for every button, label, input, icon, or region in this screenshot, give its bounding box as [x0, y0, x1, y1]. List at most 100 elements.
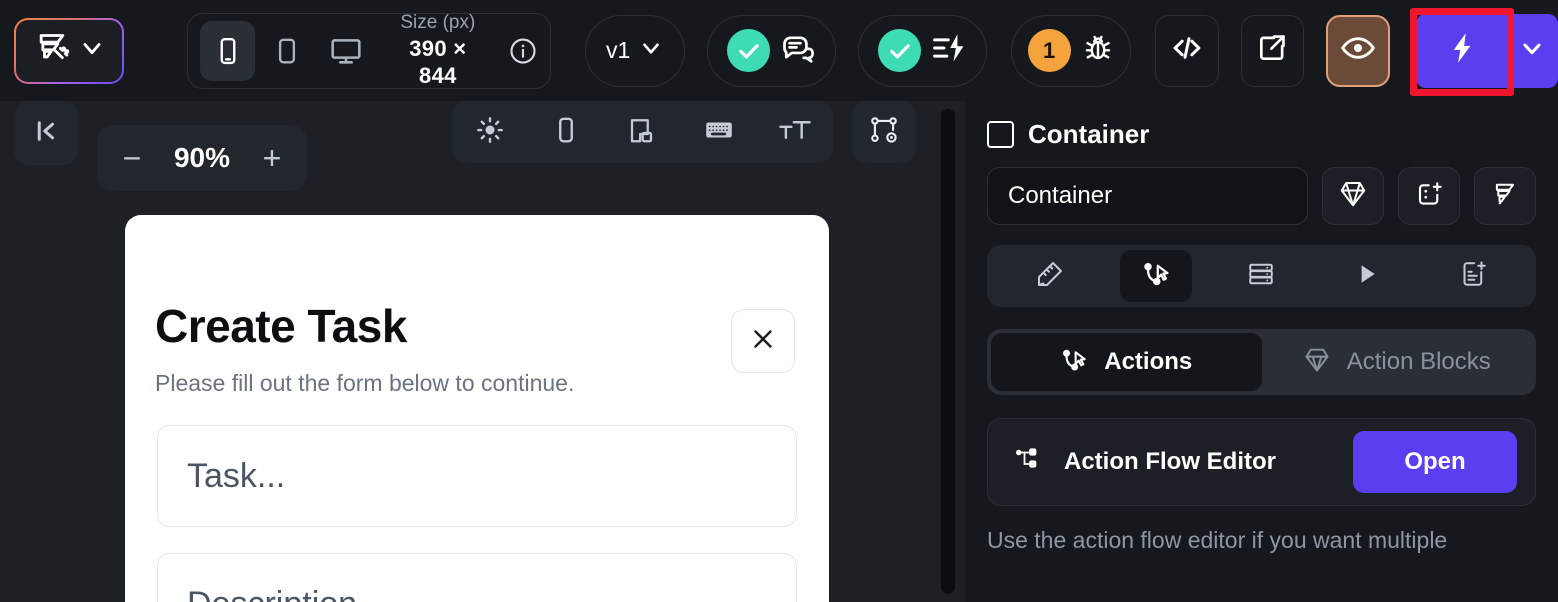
tab-actions-label: Actions: [1104, 348, 1193, 375]
styles-button[interactable]: [1322, 167, 1384, 225]
device-phone-button[interactable]: [199, 20, 256, 81]
logo-mark-icon: [32, 28, 72, 73]
zoom-control: − 90% +: [97, 125, 307, 191]
split-view-icon: [627, 115, 657, 150]
section-design-button[interactable]: [1014, 250, 1086, 302]
publish-button-highlighted[interactable]: [1409, 5, 1514, 97]
preview-button[interactable]: [1326, 14, 1390, 87]
bug-icon: [1081, 31, 1115, 70]
chevron-down-icon[interactable]: [78, 34, 106, 67]
chevron-down-icon: [638, 35, 664, 66]
action-flow-editor-card: Action Flow Editor Open: [987, 418, 1536, 506]
bug-count-badge: 1: [1027, 29, 1071, 72]
diamond-icon: [1303, 346, 1331, 379]
keyboard-button[interactable]: [691, 104, 747, 160]
version-label: v1: [606, 37, 631, 63]
description-input-placeholder: Description: [187, 585, 357, 602]
check-circle-icon: [727, 29, 771, 72]
size-caption: Size (px): [400, 12, 476, 34]
element-name-value: Container: [1008, 182, 1113, 209]
open-action-flow-button[interactable]: Open: [1353, 431, 1517, 493]
device-size-group: Size (px) 390 × 844: [186, 11, 552, 90]
collapse-panel-button[interactable]: [14, 101, 78, 165]
text-size-icon: [778, 115, 812, 150]
doc-add-icon: [1458, 259, 1488, 294]
node-cursor-icon: [1141, 259, 1171, 294]
description-input[interactable]: Description: [157, 553, 797, 602]
close-icon: [749, 325, 777, 358]
modal-title: Create Task: [155, 300, 407, 352]
code-view-button[interactable]: [1154, 14, 1219, 87]
device-desktop-button[interactable]: [318, 21, 373, 81]
add-variable-button[interactable]: [1398, 167, 1460, 225]
actions-tabs: Actions Action Blocks: [987, 329, 1536, 395]
brand-kit-button[interactable]: [1474, 167, 1536, 225]
resize-grip[interactable]: [941, 109, 955, 594]
panel-resize-divider[interactable]: [935, 101, 965, 602]
node-settings-button[interactable]: [852, 101, 916, 163]
action-flow-note: Use the action flow editor if you want m…: [987, 527, 1448, 553]
logo-button[interactable]: [14, 17, 124, 84]
sun-icon: [475, 115, 505, 150]
node-cursor-icon: [1060, 346, 1088, 379]
task-input-placeholder: Task...: [187, 456, 286, 495]
tab-action-blocks[interactable]: Action Blocks: [1262, 333, 1533, 391]
task-input[interactable]: Task...: [157, 425, 797, 527]
tab-actions[interactable]: Actions: [991, 333, 1262, 391]
action-flow-editor-label: Action Flow Editor: [1064, 448, 1276, 475]
split-view-button[interactable]: [614, 104, 670, 160]
theme-toggle-button[interactable]: [462, 104, 518, 160]
external-link-icon: [1256, 32, 1288, 69]
flow-nodes-icon: [1012, 445, 1042, 480]
device-frame-button[interactable]: [538, 104, 594, 160]
lines-lightning-icon: [931, 30, 967, 71]
info-icon[interactable]: [508, 36, 538, 66]
element-name-input[interactable]: Container: [987, 167, 1308, 225]
keyboard-icon: [703, 114, 735, 151]
code-brackets-icon: [1170, 31, 1204, 70]
app-root: Size (px) 390 × 844 v1 1 − 90% + Create …: [0, 0, 1558, 602]
panel-title: Container: [1028, 119, 1150, 149]
section-docs-button[interactable]: [1437, 250, 1509, 302]
modal-close-button[interactable]: [731, 309, 795, 373]
properties-panel: Container Container Actions Action Block…: [965, 101, 1558, 602]
version-selector[interactable]: v1: [585, 14, 686, 87]
tab-action-blocks-label: Action Blocks: [1346, 348, 1491, 375]
chat-status-button[interactable]: [707, 14, 837, 87]
section-animation-button[interactable]: [1331, 250, 1403, 302]
container-checkbox[interactable]: [987, 121, 1014, 148]
canvas-tools-group: [452, 101, 833, 163]
zoom-out-button[interactable]: −: [115, 140, 149, 176]
brand-mark-icon: [1490, 179, 1520, 214]
modal-subtitle: Please fill out the form below to contin…: [155, 370, 575, 396]
chat-bubble-icon: [780, 30, 816, 71]
diamond-icon: [1338, 179, 1368, 214]
check-circle-icon: [878, 29, 922, 72]
size-readout: Size (px) 390 × 844: [390, 11, 486, 90]
panel-header: Container: [987, 101, 1536, 150]
panel-section-tabs: [987, 245, 1536, 307]
add-block-icon: [1414, 179, 1444, 214]
element-name-row: Container: [987, 167, 1536, 225]
section-actions-button[interactable]: [1119, 250, 1192, 302]
zoom-in-button[interactable]: +: [255, 140, 289, 176]
flash-status-button[interactable]: [858, 14, 988, 87]
bug-status-button[interactable]: 1: [1011, 14, 1131, 87]
export-button[interactable]: [1240, 14, 1305, 87]
size-value: 390 × 844: [409, 35, 467, 89]
device-tablet-button[interactable]: [259, 21, 314, 81]
phone-preview: Create Task Please fill out the form bel…: [125, 215, 829, 602]
node-settings-icon: [868, 114, 900, 151]
top-toolbar: Size (px) 390 × 844 v1 1: [0, 0, 1558, 101]
zoom-level: 90%: [173, 142, 231, 173]
publish-button[interactable]: [1415, 13, 1508, 88]
play-icon: [1353, 260, 1381, 293]
phone-icon: [551, 115, 581, 150]
ruler-pencil-icon: [1035, 259, 1065, 294]
text-size-button[interactable]: [767, 104, 823, 160]
chevron-down-icon: [1518, 34, 1546, 67]
section-data-button[interactable]: [1225, 250, 1297, 302]
collapse-left-icon: [31, 116, 61, 151]
database-icon: [1246, 259, 1276, 294]
canvas-area: − 90% + Create Task Please fill out the …: [0, 101, 935, 602]
